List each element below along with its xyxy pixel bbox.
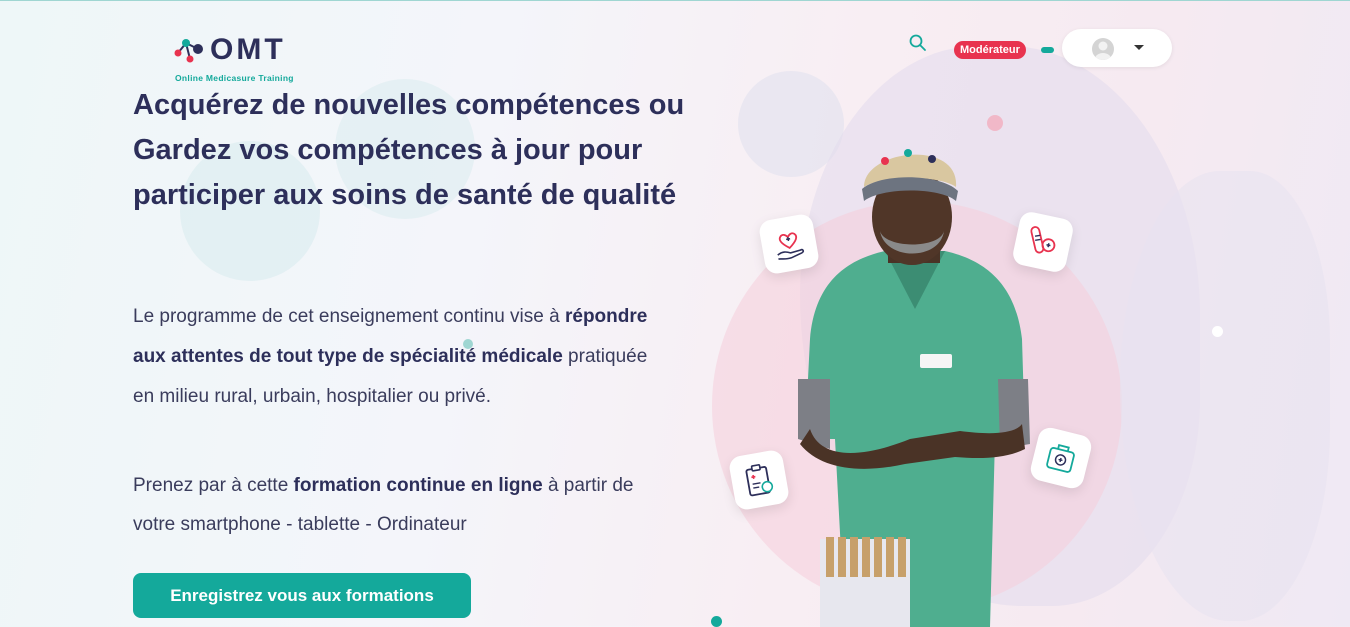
header-actions: Modérateur — [900, 29, 1180, 69]
logo-text: OMT — [210, 33, 286, 66]
nurse-photo — [798, 149, 1030, 627]
user-menu-button[interactable] — [1062, 29, 1172, 67]
subdescription-text: Prenez par à cette — [133, 475, 294, 496]
omt-logo[interactable]: OMT Online Medicasure Training — [172, 33, 312, 87]
avatar — [1092, 38, 1114, 60]
user-icon — [1095, 41, 1111, 60]
subdescription-highlight: formation continue en ligne — [293, 475, 543, 496]
description-text: Le programme de cet enseignement continu… — [133, 306, 565, 327]
logo-tagline: Online Medicasure Training — [175, 73, 294, 83]
clipboard-icon — [745, 464, 774, 497]
background-blob — [1120, 171, 1330, 621]
hero-description: Le programme de cet enseignement continu… — [133, 297, 653, 417]
register-button[interactable]: Enregistrez vous aux formations — [133, 573, 471, 618]
status-indicator — [1041, 47, 1054, 53]
hero-subdescription: Prenez par à cette formation continue en… — [133, 466, 673, 544]
role-badge: Modérateur — [954, 41, 1026, 59]
search-icon[interactable] — [908, 33, 928, 53]
background-dot — [711, 616, 722, 627]
first-aid-kit-icon — [1046, 444, 1075, 473]
hero-title: Acquérez de nouvelles compétences ou Gar… — [133, 89, 685, 211]
background-dot — [1212, 326, 1223, 337]
molecule-logo-icon — [174, 39, 203, 63]
chevron-down-icon — [1134, 45, 1144, 50]
clipboard-card — [727, 448, 791, 512]
background-dot — [987, 115, 1003, 131]
